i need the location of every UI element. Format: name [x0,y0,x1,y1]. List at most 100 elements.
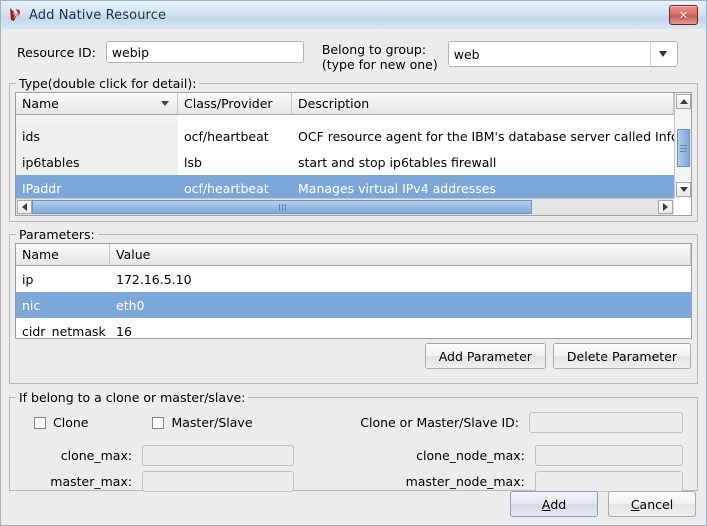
parameters-column-header-name-text: Name [22,247,59,262]
type-cell-name [16,115,178,123]
table-row[interactable]: ids ocf/heartbeat OCF resource agent for… [16,123,674,149]
table-row[interactable] [16,115,674,123]
clone-fields-grid: clone_max: clone_node_max: master_max: m… [10,442,697,494]
parameters-table-header: Name Value [16,244,691,266]
parameter-cell-name: nic [22,297,41,313]
add-parameter-button[interactable]: Add Parameter [424,343,546,369]
type-cell-class: ocf/heartbeat [184,180,269,196]
type-section-title: Type(double click for detail): [16,76,200,91]
type-table: Name Class/Provider Description ids ocf/… [16,93,674,198]
type-column-header-description-text: Description [298,96,370,111]
type-column-header-class[interactable]: Class/Provider [178,93,292,114]
parameter-cell-value: 16 [116,323,132,339]
clone-max-label: clone_max: [60,447,133,463]
clone-checkbox-wrap[interactable]: Clone [34,415,88,430]
scroll-right-icon[interactable] [658,200,673,214]
parameters-column-header-value[interactable]: Value [110,244,691,265]
master-node-max-label: master_node_max: [405,473,525,489]
scroll-down-icon[interactable] [676,182,691,197]
parameters-column-header-name[interactable]: Name [16,244,110,265]
master-slave-checkbox-wrap[interactable]: Master/Slave [152,415,253,430]
parameters-section-title: Parameters: [16,227,98,242]
type-cell-class [178,115,292,123]
master-node-max-input[interactable] [534,470,683,492]
parameters-buttons: Add Parameter Delete Parameter [424,343,691,369]
master-slave-checkbox-label: Master/Slave [171,415,253,430]
type-table-horizontal-scrollbar[interactable] [16,198,674,215]
clone-section: If belong to a clone or master/slave: Cl… [9,390,698,494]
belong-to-group-label: Belong to group: (type for new one) [322,41,438,72]
group-combobox-value: web [453,46,480,62]
add-button-rest: dd [550,496,567,512]
scroll-left-icon[interactable] [17,200,32,214]
belong-to-group-label-line2: (type for new one) [321,57,438,72]
table-row[interactable]: ip6tables lsb start and stop ip6tables f… [16,149,674,175]
scroll-up-icon[interactable] [676,94,691,109]
type-cell-name: ip6tables [16,149,178,175]
type-cell-description: Manages virtual IPv4 addresses [298,180,496,196]
type-section: Type(double click for detail): Name Clas… [9,76,698,222]
parameters-section: Parameters: Name Value ip 172.16.5.10 ni… [9,227,698,384]
add-button[interactable]: Add [510,491,598,517]
type-cell-class: lsb [184,154,202,170]
horizontal-scrollbar-thumb[interactable] [32,200,532,214]
clone-max-input[interactable] [142,444,295,466]
type-cell-name: ids [16,123,178,149]
app-logo-icon [7,7,23,23]
cancel-button-mnemonic: C [630,496,640,512]
close-button[interactable]: ✕ [669,5,698,25]
type-table-container: Name Class/Provider Description ids ocf/… [15,92,692,216]
cancel-button[interactable]: Cancel [608,491,696,517]
title-bar: Add Native Resource ✕ [1,1,706,30]
parameters-table-body: ip 172.16.5.10 nic eth0 cidr_netmask 16 [16,266,691,339]
clone-node-max-input[interactable] [534,444,683,466]
type-cell-description [292,115,674,123]
clone-id-input[interactable] [529,412,683,433]
parameters-column-header-value-text: Value [116,247,151,262]
parameter-cell-name: cidr_netmask [22,323,106,339]
clone-checkbox-label: Clone [53,415,89,430]
parameter-cell-value: eth0 [116,297,145,313]
window-title: Add Native Resource [29,7,167,23]
type-cell-description: start and stop ip6tables firewall [298,154,497,170]
clone-section-title: If belong to a clone or master/slave: [16,390,249,405]
resource-id-label: Resource ID: [17,45,96,60]
close-icon: ✕ [678,8,689,22]
clone-id-label: Clone or Master/Slave ID: [360,415,519,430]
vertical-scrollbar-thumb[interactable] [677,129,690,167]
table-row[interactable]: ip 172.16.5.10 [16,266,691,292]
table-row-selected[interactable]: IPaddr ocf/heartbeat Manages virtual IPv… [16,175,674,198]
top-form-row: Resource ID: webip Belong to group: (typ… [1,29,706,73]
type-column-header-name[interactable]: Name [16,93,178,114]
type-column-header-class-text: Class/Provider [184,96,273,111]
dialog-footer: Add Cancel [510,491,696,517]
type-table-body: ids ocf/heartbeat OCF resource agent for… [16,115,674,198]
type-cell-description: OCF resource agent for the IBM's databas… [298,128,674,144]
resource-id-input[interactable]: webip [105,41,304,63]
dialog-content: Resource ID: webip Belong to group: (typ… [1,29,706,525]
type-row-clipped-top[interactable] [16,115,674,123]
parameter-cell-value: 172.16.5.10 [116,271,192,287]
clone-checkbox[interactable] [34,416,46,429]
table-row-selected[interactable]: nic eth0 [16,292,691,318]
cancel-button-rest: ancel [639,496,674,512]
type-table-header: Name Class/Provider Description [16,93,674,115]
parameters-table: Name Value ip 172.16.5.10 nic eth0 cidr_… [15,243,692,339]
delete-parameter-button[interactable]: Delete Parameter [552,343,691,369]
type-column-header-name-text: Name [22,96,59,111]
add-button-mnemonic: A [541,496,551,512]
group-combobox[interactable]: web [447,41,678,67]
clone-max-row: clone_max: clone_node_max: [34,442,683,468]
chevron-down-icon[interactable] [649,42,677,66]
type-column-header-description[interactable]: Description [292,93,674,114]
master-max-input[interactable] [142,470,295,492]
master-max-label: master_max: [50,473,133,489]
type-cell-class: ocf/heartbeat [184,128,269,144]
add-native-resource-dialog: Add Native Resource ✕ Resource ID: webip… [0,0,707,526]
clone-checkbox-row: Clone Master/Slave Clone or Master/Slave… [10,412,697,433]
belong-to-group-label-line1: Belong to group: [321,42,427,57]
type-cell-name: IPaddr [22,180,62,196]
table-row[interactable]: cidr_netmask 16 [16,318,691,339]
master-slave-checkbox[interactable] [152,416,165,429]
type-table-vertical-scrollbar[interactable] [674,93,691,198]
